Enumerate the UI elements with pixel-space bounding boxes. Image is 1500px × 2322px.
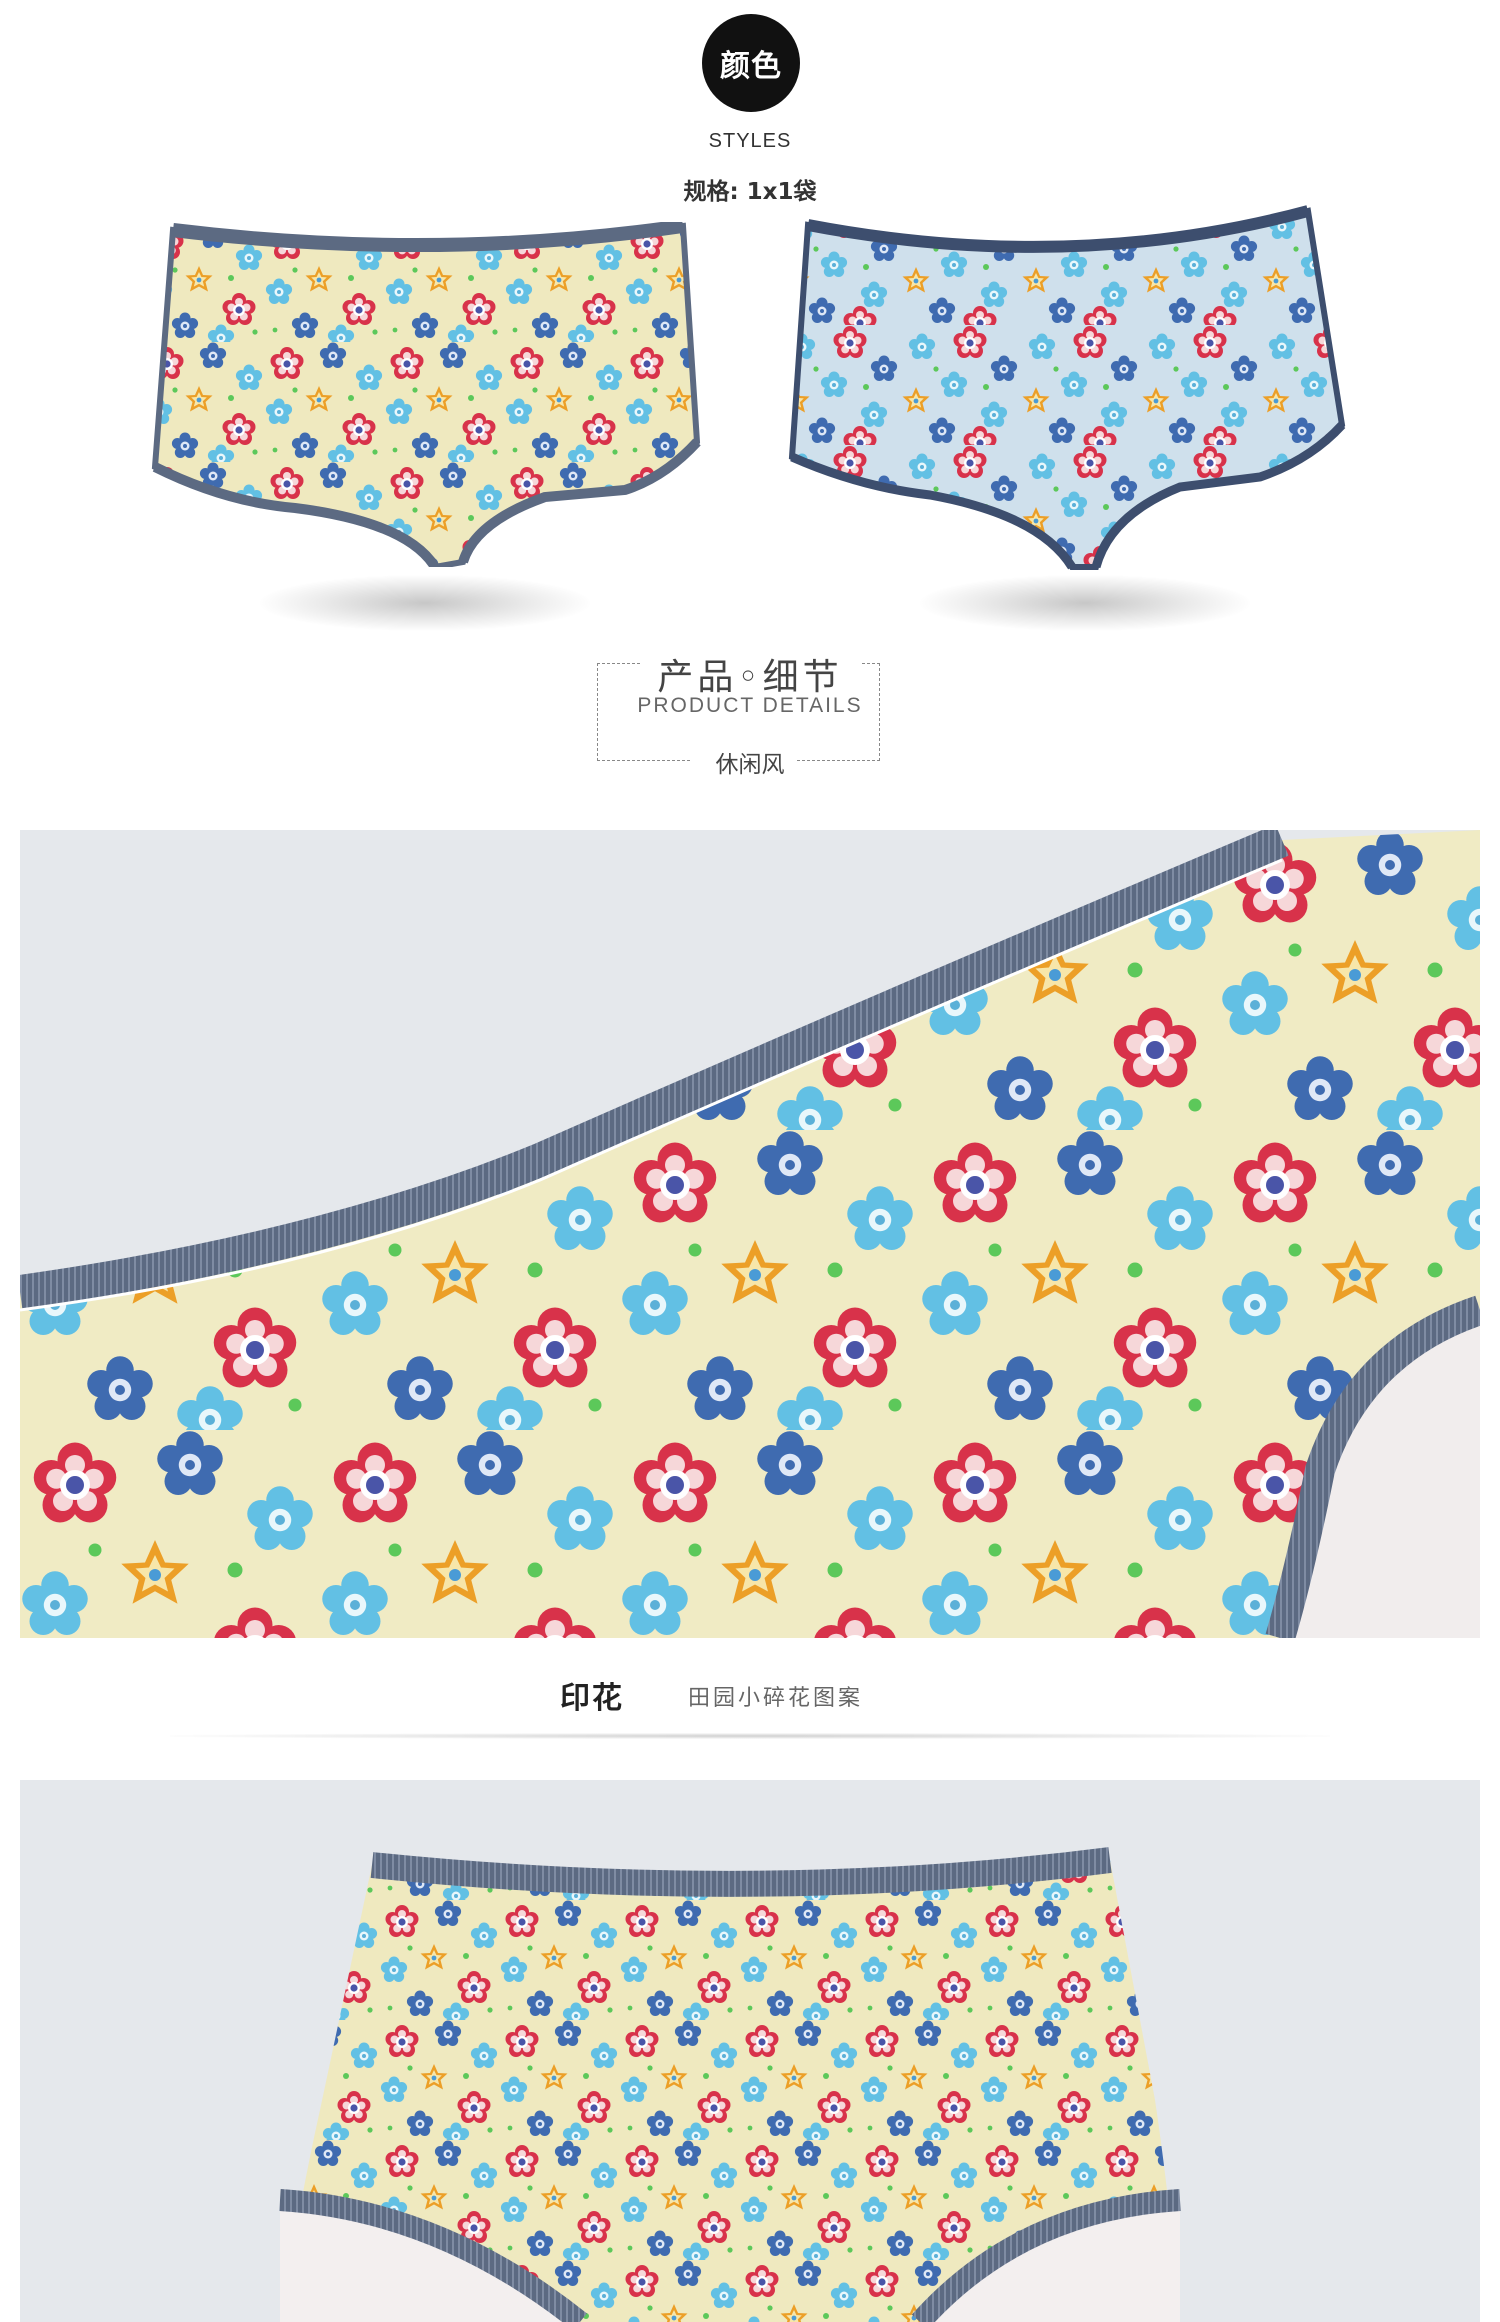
- styles-label: STYLES: [708, 130, 792, 152]
- product-front-photo: [20, 1780, 1480, 2322]
- color-badge: 颜色: [702, 14, 800, 112]
- product-image-yellow-floral-briefs: [145, 219, 715, 571]
- fabric-closeup-photo: [20, 830, 1480, 1638]
- product-shadow: [260, 575, 590, 631]
- caption-divider: [170, 1733, 1330, 1739]
- details-style: 休闲风: [715, 752, 785, 778]
- spec-label: 规格: 1x1袋: [683, 179, 817, 205]
- caption-subtitle: 田园小碎花图案: [688, 1686, 864, 1711]
- color-badge-label: 颜色: [720, 49, 782, 84]
- product-image-blue-floral-briefs: [780, 205, 1350, 570]
- details-subtitle: PRODUCT DETAILS: [637, 694, 863, 717]
- caption-title: 印花: [560, 1681, 624, 1716]
- details-title: 产品◦细节: [657, 657, 843, 698]
- product-shadow: [920, 575, 1250, 631]
